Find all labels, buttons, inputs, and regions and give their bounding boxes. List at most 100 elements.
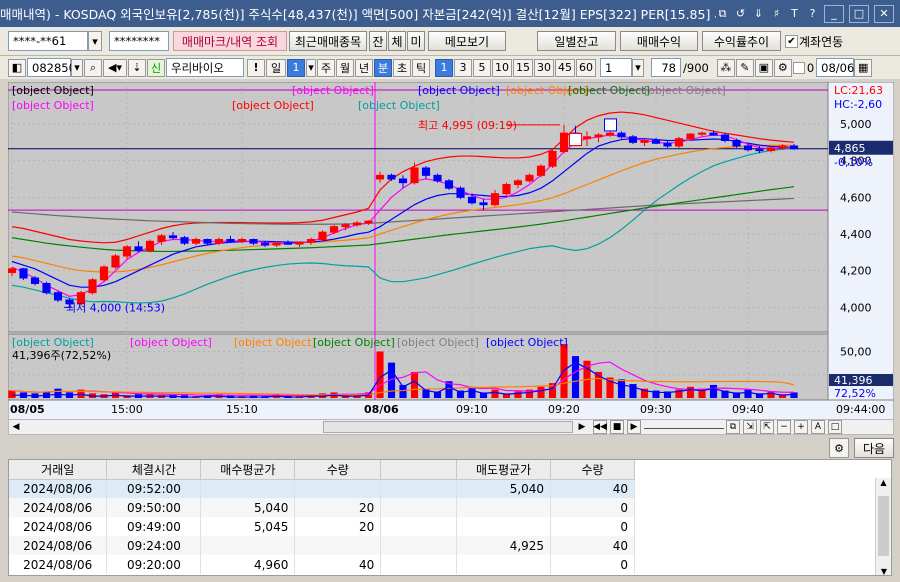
table-scroll-down-icon[interactable]: ▼ [876,567,891,575]
candle [444,180,454,189]
text-tool-icon[interactable]: A [811,420,825,434]
period-count-select[interactable]: 1 [287,58,305,77]
refresh-icon[interactable]: ↺ [734,7,747,20]
indicator-icon[interactable]: ⁂ [716,58,735,77]
table-row[interactable]: 2024/08/06 09:20:00 4,960 40 0 [9,555,635,574]
font-size-icon[interactable]: T [788,7,801,20]
table-scroll-thumb[interactable] [878,496,889,556]
save-icon[interactable]: ▣ [754,58,773,77]
alert-icon[interactable]: ! [247,58,265,77]
checkbox-checked-icon[interactable]: ✔ [785,34,798,48]
col-sell-avg[interactable]: 매도평균가 [456,460,552,480]
stock-code-field[interactable]: 082850 [27,58,76,77]
draw-tool-icon[interactable]: ✎ [735,58,754,77]
period-week[interactable]: 주 [317,58,335,77]
help-icon[interactable]: ? [806,7,819,20]
prev-stock-icon[interactable]: ⇣ [128,58,146,77]
minute-60[interactable]: 60 [576,58,596,77]
box-icon[interactable]: □ [828,420,842,434]
table-row[interactable]: 2024/08/06 09:49:00 5,045 20 0 [9,517,635,536]
chart-scrollbar[interactable]: ◀ ▶ ◀◀ ■ ▶ ⧉ ⇲ ⇱ − + A □ [8,419,894,435]
volume-bar [54,388,62,398]
table-scroll-up-icon[interactable]: ▲ [876,478,891,487]
scroll-right-icon[interactable]: ▶ [575,420,589,434]
speed-slider[interactable] [644,420,724,429]
table-row[interactable]: 2024/08/06 09:24:00 4,925 40 [9,536,635,555]
minute-30[interactable]: 30 [534,58,554,77]
download-icon[interactable]: ⇓ [752,7,765,20]
minimize-icon[interactable]: _ [824,4,844,23]
minute-5[interactable]: 5 [473,58,491,77]
minute-3[interactable]: 3 [454,58,472,77]
rewind-icon[interactable]: ◀◀ [593,420,607,434]
unexecuted-button[interactable]: 미 [407,31,425,51]
table-settings-icon[interactable]: ⚙ [829,438,849,458]
period-dropdown-icon[interactable]: ▾ [306,58,316,77]
period-day[interactable]: 일 [266,58,286,77]
title-controls: ⧉ ↺ ⇓ ♯ T ? _ □ ✕ [716,4,900,23]
interval-select[interactable]: 1 [600,58,632,77]
scroll-thumb[interactable] [323,421,573,433]
table-cell [380,479,458,498]
col-trade-date[interactable]: 거래일 [9,460,108,480]
executed-button[interactable]: 체 [388,31,406,51]
unit-tick[interactable]: 틱 [412,58,430,77]
recent-trades-button[interactable]: 최근매매종목 [289,31,367,51]
code-dropdown-icon[interactable]: ▾ [71,58,83,77]
layout-icon[interactable]: ◧ [8,58,26,77]
zero-checkbox[interactable] [792,61,805,74]
trade-profit-button[interactable]: 매매수익 [620,31,698,51]
shrink-icon[interactable]: ⇱ [760,420,774,434]
close-icon[interactable]: ✕ [874,4,894,23]
col-buy-avg[interactable]: 매수평균가 [200,460,296,480]
play-icon[interactable]: ▶ [627,420,641,434]
stock-name-field[interactable]: 우리바이오 [166,58,244,77]
interval-dropdown-icon[interactable]: ▾ [632,58,644,77]
stop-icon[interactable]: ■ [610,420,624,434]
unit-minute[interactable]: 분 [374,58,392,77]
price-chart[interactable]: 5,0004,8004,6004,4004,2004,00008/05 15:00… [8,82,894,422]
next-button[interactable]: 다음 [854,438,894,458]
scale-icon[interactable]: ⇲ [743,420,757,434]
password-field[interactable]: ******** [109,31,169,51]
period-month[interactable]: 월 [336,58,354,77]
account-dropdown-icon[interactable]: ▾ [88,31,102,51]
unit-second[interactable]: 초 [393,58,411,77]
maximize-icon[interactable]: □ [849,4,869,23]
pin-icon[interactable]: ♯ [770,7,783,20]
date-field[interactable]: 08/06 [816,58,854,77]
minute-45[interactable]: 45 [555,58,575,77]
memo-view-button[interactable]: 메모보기 [428,31,506,51]
display-count-field[interactable]: 78 [651,58,681,77]
zoom-fit-icon[interactable]: ⧉ [726,420,740,434]
table-row[interactable]: 2024/08/06 09:50:00 5,040 20 0 [9,498,635,517]
calendar-icon[interactable]: ▦ [854,58,873,77]
search-icon[interactable]: ⌕ [84,58,102,77]
table-row[interactable]: 2024/08/06 09:52:00 5,040 40 [9,479,635,498]
daily-balance-button[interactable]: 일별잔고 [537,31,616,51]
candle [536,165,546,176]
minus-icon[interactable]: − [777,420,791,434]
table-scrollbar[interactable]: ▲ ▼ [875,478,891,575]
trade-mark-query-button[interactable]: 매매마크/내역 조회 [173,31,287,51]
plus-icon[interactable]: + [794,420,808,434]
candle [249,239,258,244]
candle [306,239,316,243]
balance-button[interactable]: 잔 [369,31,387,51]
col-buy-qty[interactable]: 수량 [294,460,382,480]
sound-icon[interactable]: ◀▾ [103,58,127,77]
volume-bar [744,389,752,398]
minute-10[interactable]: 10 [492,58,512,77]
minute-1[interactable]: 1 [435,58,453,77]
restore-window-icon[interactable]: ⧉ [716,7,729,20]
profit-trend-button[interactable]: 수익률추이 [702,31,781,51]
minute-15[interactable]: 15 [513,58,533,77]
col-blank[interactable] [380,460,458,480]
period-year[interactable]: 년 [355,58,373,77]
scroll-left-icon[interactable]: ◀ [9,420,23,434]
account-link-checkbox[interactable]: ✔ 계좌연동 [785,33,843,50]
col-sell-qty[interactable]: 수량 [550,460,635,480]
col-exec-time[interactable]: 체결시간 [106,460,202,480]
account-number-field[interactable]: ****-**61 [8,31,88,51]
settings-icon[interactable]: ⚙ [773,58,792,77]
